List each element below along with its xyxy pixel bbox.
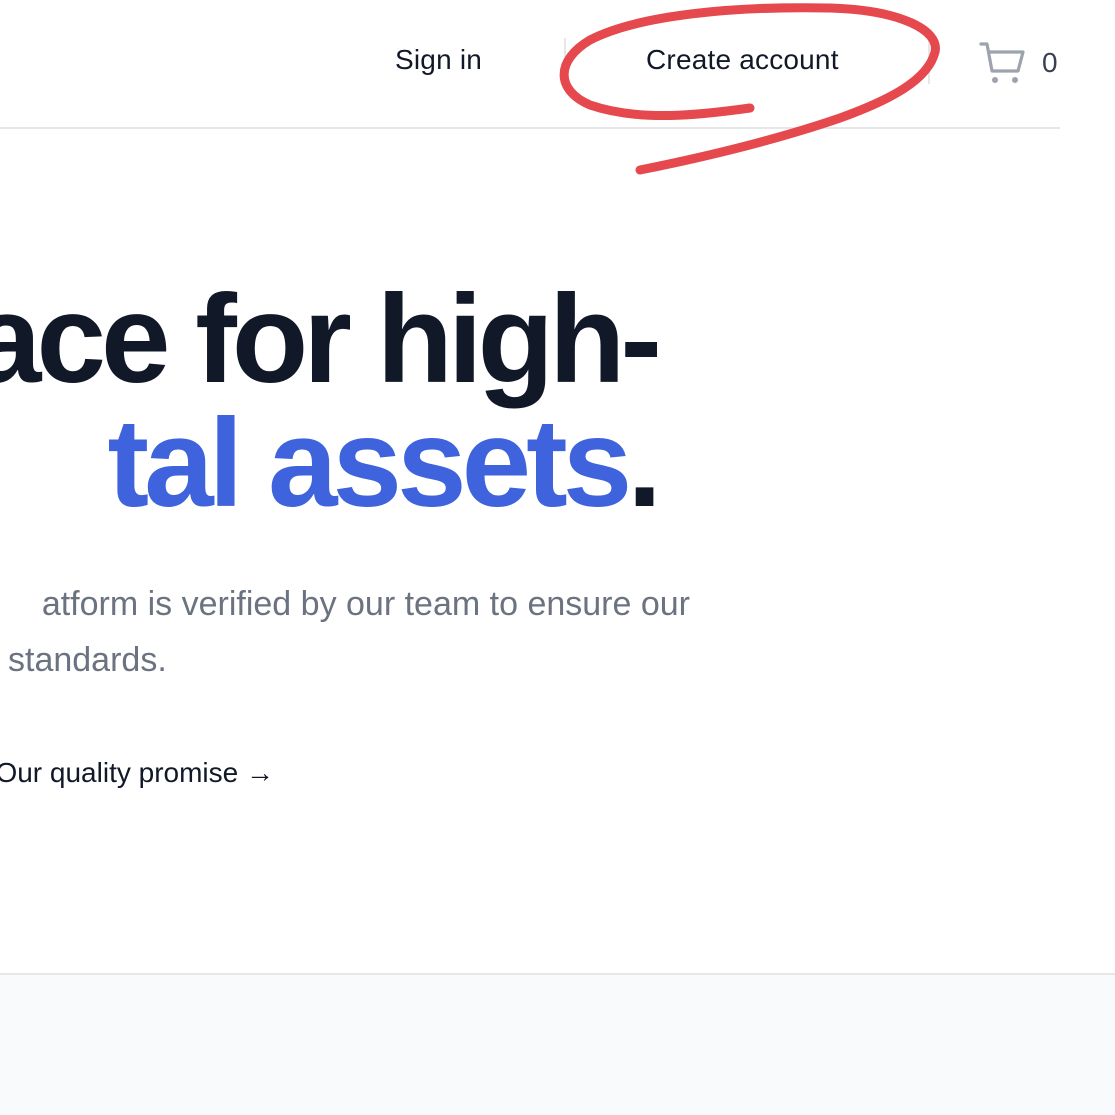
nav-divider (928, 38, 930, 84)
shopping-cart-icon (979, 42, 1025, 83)
create-account-link[interactable]: Create account (646, 44, 839, 76)
cart-count: 0 (1042, 47, 1058, 78)
headline-line-2: tal assets. (0, 401, 662, 526)
subtitle-line-1: atform is verified by our team to ensure… (41, 585, 690, 623)
quality-promise-link[interactable]: Our quality promise → (0, 757, 274, 789)
subtitle-line-2: standards. (8, 641, 167, 679)
nav-divider (564, 38, 566, 84)
footer-section (0, 973, 1115, 1115)
cart-button[interactable]: 0 (978, 38, 1058, 88)
headline-line-1: lace for high- (0, 270, 662, 409)
hero-subtitle-continued: standards. (8, 632, 167, 688)
top-navigation: Sign in Create account 0 (0, 0, 1060, 129)
sign-in-link[interactable]: Sign in (395, 44, 482, 76)
page: Sign in Create account 0 lace for high- … (0, 0, 1115, 1115)
hero-subtitle: atform is verified by our team to ensure… (0, 576, 690, 632)
headline-accent-text: tal assets (107, 394, 632, 533)
headline-period: . (627, 394, 662, 533)
hero-headline: lace for high- tal assets. (0, 270, 662, 526)
